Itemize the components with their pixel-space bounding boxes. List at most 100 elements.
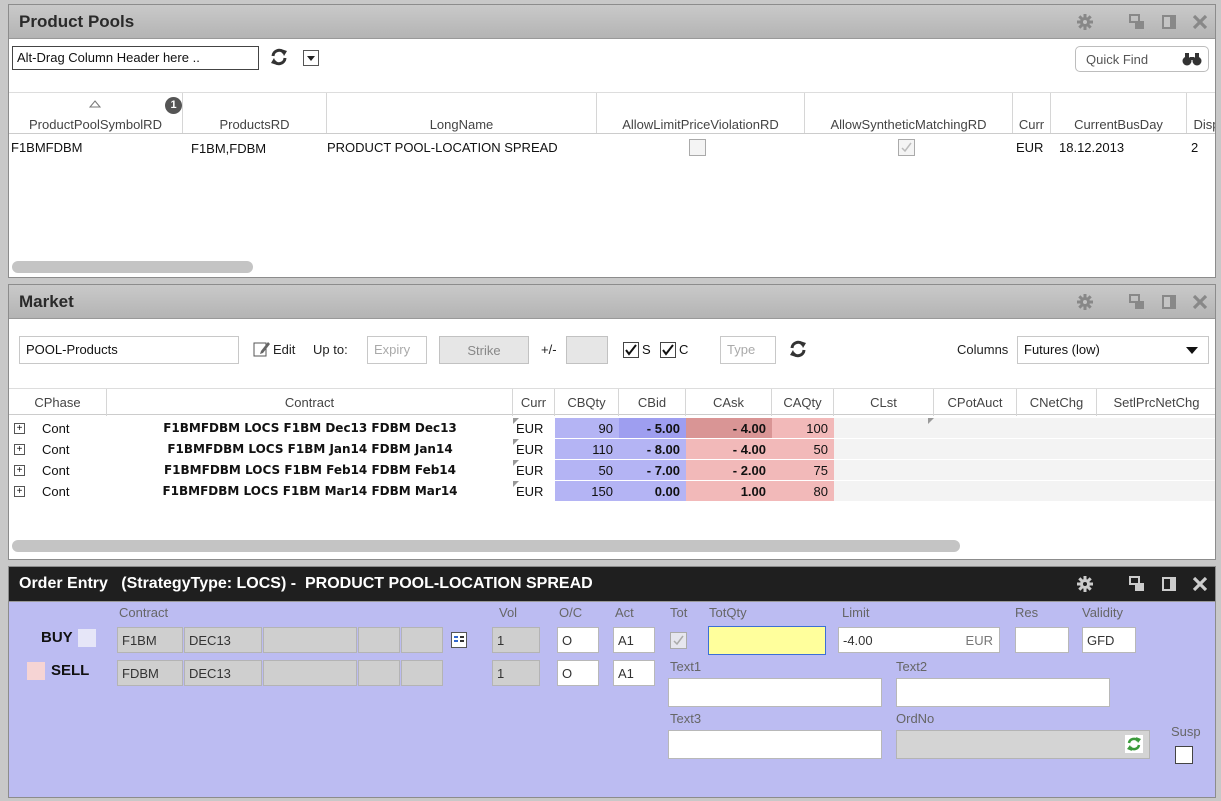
column-header[interactable]: Contract: [107, 389, 513, 416]
buy-oc-field[interactable]: O: [557, 627, 599, 653]
horizontal-scrollbar[interactable]: [12, 540, 960, 552]
limit-label: Limit: [842, 605, 870, 620]
dock-icon[interactable]: [1161, 294, 1177, 310]
allow-limit-price-violation-checkbox[interactable]: [689, 139, 706, 156]
column-header[interactable]: CurrentBusDay: [1051, 93, 1187, 133]
cell-curr: EUR: [1016, 140, 1044, 155]
text2-input[interactable]: [896, 678, 1110, 707]
c-checkbox[interactable]: [660, 342, 676, 358]
sell-indicator[interactable]: [27, 662, 45, 680]
close-icon[interactable]: [1193, 577, 1207, 591]
sell-product-field[interactable]: FDBM: [117, 660, 183, 686]
table-row[interactable]: F1BMFDBM F1BM,FDBM PRODUCT POOL-LOCATION…: [9, 137, 1215, 159]
strike-button[interactable]: Strike: [439, 336, 529, 364]
column-header[interactable]: CBid: [619, 389, 686, 416]
expand-icon[interactable]: +: [14, 486, 25, 497]
limit-input[interactable]: -4.00 EUR: [838, 627, 1000, 653]
sell-expiry-field[interactable]: DEC13: [184, 660, 262, 686]
group-by-drop-area[interactable]: Alt-Drag Column Header here ..: [12, 46, 259, 70]
float-window-icon[interactable]: [1129, 13, 1145, 30]
column-header[interactable]: CAsk: [686, 389, 772, 416]
sell-callput-field[interactable]: [358, 660, 400, 686]
column-header[interactable]: LongName: [327, 93, 597, 133]
horizontal-scrollbar[interactable]: [12, 261, 253, 273]
market-row[interactable]: + Cont F1BMFDBM LOCS F1BM Mar14 FDBM Mar…: [9, 481, 1215, 502]
column-header[interactable]: Curr: [513, 389, 555, 416]
column-header[interactable]: Disp: [1187, 93, 1215, 133]
column-header[interactable]: CPhase: [9, 389, 107, 416]
sell-vol-field[interactable]: 1: [492, 660, 540, 686]
edit-icon[interactable]: [253, 340, 271, 361]
cell-phase: Cont: [42, 421, 70, 436]
close-icon[interactable]: [1193, 14, 1207, 29]
dock-icon[interactable]: [1161, 14, 1177, 30]
column-header[interactable]: ProductsRD: [183, 93, 327, 133]
edit-button[interactable]: Edit: [273, 342, 295, 357]
sell-act-field[interactable]: A1: [613, 660, 655, 686]
refresh-icon[interactable]: [788, 339, 808, 362]
buy-version-field[interactable]: [401, 627, 443, 653]
sell-strike-field[interactable]: [263, 660, 357, 686]
cell-bid: - 5.00: [619, 418, 686, 438]
text1-input[interactable]: [668, 678, 882, 707]
close-icon[interactable]: [1193, 294, 1207, 309]
contract-picker-icon[interactable]: [451, 632, 467, 651]
buy-vol-field[interactable]: 1: [492, 627, 540, 653]
vol-label: Vol: [499, 605, 518, 620]
column-header[interactable]: CNetChg: [1017, 389, 1097, 416]
ordno-input[interactable]: [896, 730, 1150, 759]
chevron-down-icon[interactable]: [303, 50, 319, 66]
column-header[interactable]: Curr: [1013, 93, 1051, 133]
panel-title: Product Pools: [19, 11, 135, 31]
buy-act-field[interactable]: A1: [613, 627, 655, 653]
buy-callput-field[interactable]: [358, 627, 400, 653]
quick-find-button[interactable]: Quick Find: [1075, 46, 1209, 72]
gear-icon[interactable]: [1077, 576, 1093, 592]
columns-select[interactable]: Futures (low): [1017, 336, 1209, 364]
gear-icon[interactable]: [1077, 13, 1093, 30]
pool-input[interactable]: POOL-Products: [19, 336, 239, 364]
type-input[interactable]: Type: [720, 336, 776, 364]
cell-bid: 0.00: [619, 481, 686, 501]
validity-input[interactable]: GFD: [1082, 627, 1136, 653]
float-window-icon[interactable]: [1129, 293, 1145, 310]
column-header[interactable]: CPotAuct: [934, 389, 1017, 416]
sell-version-field[interactable]: [401, 660, 443, 686]
market-row[interactable]: + Cont F1BMFDBM LOCS F1BM Jan14 FDBM Jan…: [9, 439, 1215, 460]
panel-title: Market: [19, 291, 74, 311]
expand-icon[interactable]: +: [14, 465, 25, 476]
s-label: S: [642, 342, 651, 357]
column-header[interactable]: SetlPrcNetChg: [1097, 389, 1215, 416]
gear-icon[interactable]: [1077, 293, 1093, 310]
market-row[interactable]: + Cont F1BMFDBM LOCS F1BM Dec13 FDBM Dec…: [9, 418, 1215, 439]
range-input[interactable]: [566, 336, 608, 364]
buy-product-field[interactable]: F1BM: [117, 627, 183, 653]
dock-icon[interactable]: [1161, 576, 1177, 592]
float-window-icon[interactable]: [1129, 576, 1145, 592]
buy-expiry-field[interactable]: DEC13: [184, 627, 262, 653]
s-checkbox[interactable]: [623, 342, 639, 358]
expand-icon[interactable]: +: [14, 444, 25, 455]
tot-checkbox[interactable]: [670, 632, 687, 649]
res-input[interactable]: [1015, 627, 1069, 653]
buy-indicator[interactable]: [78, 629, 96, 647]
column-header[interactable]: CAQty: [772, 389, 834, 416]
expiry-input[interactable]: Expiry: [367, 336, 427, 364]
column-header[interactable]: CBQty: [555, 389, 619, 416]
susp-checkbox[interactable]: [1175, 746, 1193, 764]
expand-icon[interactable]: +: [14, 423, 25, 434]
column-header[interactable]: CLst: [834, 389, 934, 416]
market-row[interactable]: + Cont F1BMFDBM LOCS F1BM Feb14 FDBM Feb…: [9, 460, 1215, 481]
sort-ascending-icon: [88, 97, 102, 111]
column-header[interactable]: AllowSyntheticMatchingRD: [805, 93, 1013, 133]
text3-input[interactable]: [668, 730, 882, 759]
allow-synthetic-matching-checkbox[interactable]: [898, 139, 915, 156]
refresh-icon[interactable]: [269, 47, 289, 70]
totqty-input[interactable]: [708, 626, 826, 655]
recycle-icon[interactable]: [1125, 735, 1143, 756]
buy-strike-field[interactable]: [263, 627, 357, 653]
column-header[interactable]: AllowLimitPriceViolationRD: [597, 93, 805, 133]
limit-value: -4.00: [843, 633, 873, 648]
cell-ask-qty: 100: [772, 418, 834, 438]
sell-oc-field[interactable]: O: [557, 660, 599, 686]
